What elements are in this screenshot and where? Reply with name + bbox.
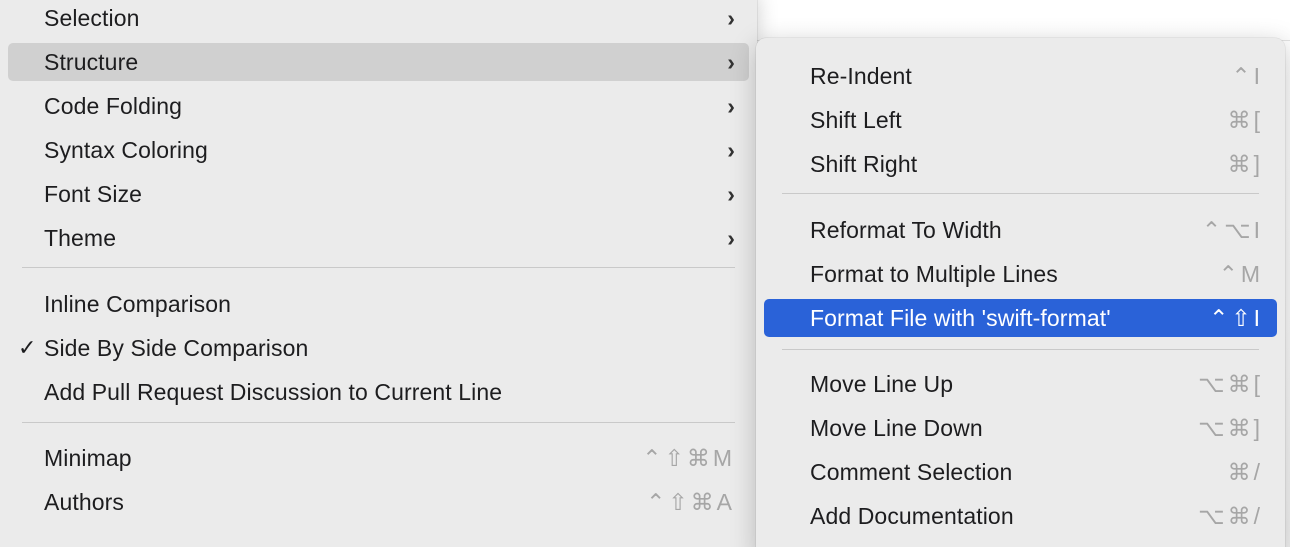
structure-submenu-item-shift-left[interactable]: Shift Left ⌘[ bbox=[764, 101, 1277, 139]
structure-submenu-item-label: Re-Indent bbox=[810, 62, 912, 89]
structure-submenu-item-shortcut: ⌥⌘[ bbox=[1198, 370, 1263, 397]
primary-menu-item-add-pull-request-discussion-to-current-line[interactable]: Add Pull Request Discussion to Current L… bbox=[8, 373, 749, 411]
primary-menu-item-label: Side By Side Comparison bbox=[44, 334, 309, 361]
primary-menu-separator-1 bbox=[22, 422, 735, 423]
structure-submenu-item-shortcut: ⌃⇧I bbox=[1209, 304, 1263, 331]
structure-submenu-separator-1 bbox=[782, 349, 1259, 350]
chevron-right-icon: › bbox=[727, 4, 735, 31]
structure-submenu-item-move-line-down[interactable]: Move Line Down ⌥⌘] bbox=[764, 409, 1277, 447]
structure-submenu-panel: Re-Indent ⌃I Shift Left ⌘[ Shift Right ⌘] Refo… bbox=[756, 38, 1285, 547]
chevron-right-icon: › bbox=[727, 136, 735, 163]
primary-menu-item-shortcut: ⌃⇧⌘M bbox=[642, 444, 735, 471]
screen: Selection › Structure › Code Folding › Syntax … bbox=[0, 0, 1290, 547]
structure-submenu-item-shortcut: ⌥⌘] bbox=[1198, 414, 1263, 441]
chevron-right-icon: › bbox=[727, 180, 735, 207]
primary-menu-item-syntax-coloring[interactable]: Syntax Coloring › bbox=[8, 131, 749, 169]
primary-menu-item-theme[interactable]: Theme › bbox=[8, 219, 749, 257]
structure-submenu-item-re-indent[interactable]: Re-Indent ⌃I bbox=[764, 57, 1277, 95]
primary-menu-item-label: Minimap bbox=[44, 444, 132, 471]
primary-menu-item-label: Structure bbox=[44, 48, 139, 75]
structure-submenu-item-label: Move Line Up bbox=[810, 370, 954, 397]
chevron-right-icon: › bbox=[727, 92, 735, 119]
primary-menu-item-label: Inline Comparison bbox=[44, 290, 232, 317]
structure-submenu-item-shortcut: ⌃I bbox=[1231, 62, 1263, 89]
structure-submenu-item-shortcut: ⌘[ bbox=[1227, 106, 1263, 133]
primary-menu-item-label: Add Pull Request Discussion to Current L… bbox=[44, 378, 503, 405]
structure-submenu-item-label: Shift Right bbox=[810, 150, 918, 177]
structure-submenu-item-label: Format to Multiple Lines bbox=[810, 260, 1058, 287]
structure-submenu-separator-0 bbox=[782, 193, 1259, 194]
menu-layer: Selection › Structure › Code Folding › Syntax … bbox=[0, 0, 1290, 547]
primary-menu-item-minimap[interactable]: Minimap ⌃⇧⌘M bbox=[8, 439, 749, 477]
primary-menu-item-inline-comparison[interactable]: Inline Comparison bbox=[8, 285, 749, 323]
structure-submenu-item-label: Comment Selection bbox=[810, 458, 1013, 485]
primary-menu-separator-0 bbox=[22, 267, 735, 268]
structure-submenu-item-shortcut: ⌃⌥I bbox=[1201, 216, 1263, 243]
structure-submenu-item-label: Move Line Down bbox=[810, 414, 983, 441]
structure-submenu-item-add-documentation[interactable]: Add Documentation ⌥⌘/ bbox=[764, 497, 1277, 535]
primary-menu-item-structure[interactable]: Structure › bbox=[8, 43, 749, 81]
structure-submenu-item-label: Add Documentation bbox=[810, 502, 1014, 529]
structure-submenu-item-label: Format File with 'swift-format' bbox=[810, 304, 1111, 331]
chevron-right-icon: › bbox=[727, 48, 735, 75]
structure-submenu-item-comment-selection[interactable]: Comment Selection ⌘/ bbox=[764, 453, 1277, 491]
primary-menu-item-label: Theme bbox=[44, 224, 117, 251]
structure-submenu-item-format-file-with-swift-format[interactable]: Format File with 'swift-format' ⌃⇧I bbox=[764, 299, 1277, 337]
structure-submenu-item-shortcut: ⌘/ bbox=[1227, 458, 1263, 485]
primary-menu-item-label: Syntax Coloring bbox=[44, 136, 208, 163]
primary-menu-item-authors[interactable]: Authors ⌃⇧⌘A bbox=[8, 483, 749, 521]
primary-menu-item-side-by-side-comparison[interactable]: ✓ Side By Side Comparison bbox=[8, 329, 749, 367]
structure-submenu-item-shortcut: ⌥⌘/ bbox=[1198, 502, 1263, 529]
structure-submenu-item-reformat-to-width[interactable]: Reformat To Width ⌃⌥I bbox=[764, 211, 1277, 249]
primary-menu-item-label: Selection bbox=[44, 4, 140, 31]
structure-submenu-item-label: Reformat To Width bbox=[810, 216, 1002, 243]
structure-submenu-item-label: Shift Left bbox=[810, 106, 902, 133]
primary-menu-item-label: Font Size bbox=[44, 180, 143, 207]
primary-menu-item-shortcut: ⌃⇧⌘A bbox=[646, 488, 735, 515]
structure-submenu-item-shortcut: ⌘] bbox=[1227, 150, 1263, 177]
primary-menu-item-selection[interactable]: Selection › bbox=[8, 0, 749, 37]
primary-menu-item-code-folding[interactable]: Code Folding › bbox=[8, 87, 749, 125]
checkmark-icon: ✓ bbox=[18, 335, 37, 360]
structure-submenu-item-format-to-multiple-lines[interactable]: Format to Multiple Lines ⌃M bbox=[764, 255, 1277, 293]
structure-submenu-item-shift-right[interactable]: Shift Right ⌘] bbox=[764, 145, 1277, 183]
primary-menu-item-label: Authors bbox=[44, 488, 124, 515]
structure-submenu-item-move-line-up[interactable]: Move Line Up ⌥⌘[ bbox=[764, 365, 1277, 403]
primary-menu-panel: Selection › Structure › Code Folding › Syntax … bbox=[0, 0, 757, 547]
primary-menu-item-font-size[interactable]: Font Size › bbox=[8, 175, 749, 213]
chevron-right-icon: › bbox=[727, 224, 735, 251]
structure-submenu-item-shortcut: ⌃M bbox=[1218, 260, 1263, 287]
primary-menu-item-label: Code Folding bbox=[44, 92, 183, 119]
